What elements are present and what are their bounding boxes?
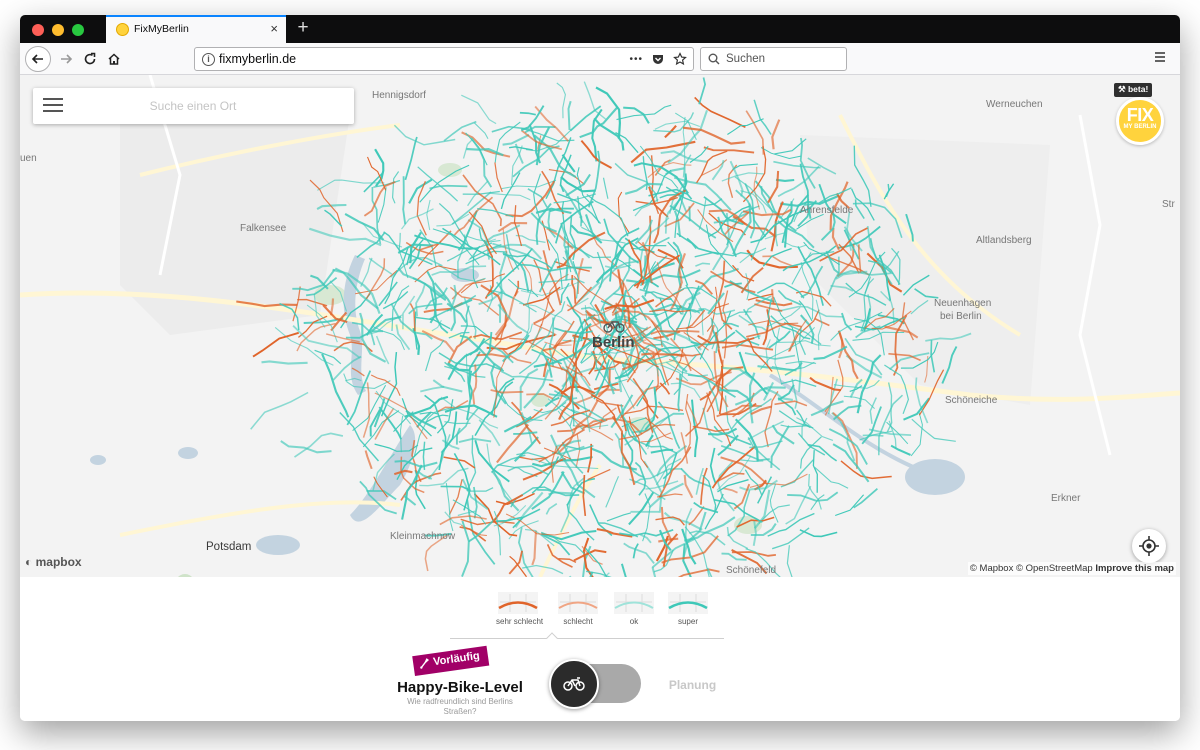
map-label-right-edge: Str: [1162, 199, 1175, 210]
pocket-icon[interactable]: [651, 52, 665, 66]
crosshair-icon: [1139, 536, 1159, 556]
tab-strip: FixMyBerlin × +: [20, 15, 1180, 43]
home-icon: [108, 53, 120, 65]
map-base-layer: [20, 75, 1180, 577]
mapbox-logo[interactable]: ◐ mapbox: [25, 555, 82, 569]
happy-bike-level-subtitle: Wie radfreundlich sind Berlins Straßen?: [407, 697, 513, 716]
navigation-bar: i fixmyberlin.de ••• Suchen: [20, 43, 1180, 75]
map-label-berlin: Berlin: [592, 334, 635, 351]
map-label-schoeneiche: Schöneiche: [945, 395, 998, 406]
search-icon: [708, 53, 720, 65]
tools-icon: [420, 658, 430, 669]
browser-window: FixMyBerlin × + i fixmyberlin.de ••• Suc…: [20, 15, 1180, 721]
page-actions-button[interactable]: •••: [629, 54, 643, 65]
map-label-left-edge: uen: [20, 153, 37, 164]
legend-item-sehr-schlecht: sehr schlecht: [496, 592, 543, 626]
maximize-window-button[interactable]: [72, 24, 84, 36]
reload-icon: [84, 52, 96, 65]
favicon-icon: [116, 23, 129, 36]
map-label-neuenhagen-2: bei Berlin: [940, 311, 982, 322]
tab-fixmyberlin[interactable]: FixMyBerlin ×: [106, 15, 286, 43]
url-bar[interactable]: i fixmyberlin.de •••: [194, 47, 694, 71]
place-search-input[interactable]: Suche einen Ort: [93, 99, 293, 113]
map-label-altlandsberg: Altlandsberg: [976, 235, 1032, 246]
vorlaeufig-badge: Vorläufig: [412, 645, 490, 676]
map-label-kleinmachnow: Kleinmachnow: [390, 531, 456, 542]
lake: [178, 447, 198, 459]
home-button[interactable]: [102, 47, 126, 71]
legend-line-schlecht-icon: [558, 592, 598, 614]
fixmyberlin-logo[interactable]: ⚒ beta! FIX MY BERLIN: [1110, 83, 1170, 153]
logo-text: FIX: [1126, 105, 1154, 125]
map-label-werneuchen: Werneuchen: [986, 99, 1043, 110]
map-label-potsdam: Potsdam: [206, 541, 252, 553]
bike-lane-segment[interactable]: [775, 178, 795, 182]
map-label-falkensee: Falkensee: [240, 223, 287, 234]
map-label-erkner: Erkner: [1051, 493, 1081, 504]
attribution-mapbox-link[interactable]: © Mapbox: [970, 563, 1013, 574]
legend: sehr schlecht schlecht ok super: [496, 592, 726, 642]
place-search-panel[interactable]: Suche einen Ort: [33, 88, 354, 124]
bike-lane-segment[interactable]: [862, 434, 884, 437]
map-label-schoenefeld: Schönefeld: [726, 565, 777, 576]
improve-map-link[interactable]: Improve this map: [1095, 563, 1174, 574]
url-text[interactable]: fixmyberlin.de: [219, 52, 296, 66]
browser-menu-icon[interactable]: [1152, 49, 1168, 65]
menu-icon[interactable]: [43, 98, 63, 114]
planung-toggle-label[interactable]: Planung: [665, 678, 720, 692]
lake: [256, 535, 300, 555]
close-tab-icon[interactable]: ×: [270, 21, 278, 36]
mapbox-icon: ◐: [25, 555, 33, 569]
info-icon[interactable]: i: [202, 53, 215, 66]
bookmark-star-icon[interactable]: [673, 52, 687, 66]
legend-item-ok: ok: [612, 592, 656, 626]
lake-mueggelsee: [905, 459, 965, 495]
back-button[interactable]: [25, 46, 51, 72]
legend-item-super: super: [666, 592, 710, 626]
legend-line-ok-icon: [614, 592, 654, 614]
bike-marker-icon: [603, 321, 625, 333]
minimize-window-button[interactable]: [52, 24, 64, 36]
forward-button[interactable]: [54, 47, 78, 71]
reload-button[interactable]: [78, 47, 102, 71]
logo-badge: FIX MY BERLIN: [1116, 97, 1164, 145]
beta-badge: ⚒ beta!: [1114, 83, 1153, 97]
logo-subtext: MY BERLIN: [1123, 124, 1157, 130]
legend-line-super-icon: [668, 592, 708, 614]
map[interactable]: Hennigsdorf Werneuchen Ahrensfelde Falke…: [20, 75, 1180, 577]
wrench-icon: ⚒: [1118, 84, 1128, 94]
attribution-osm-link[interactable]: © OpenStreetMap: [1016, 563, 1093, 574]
happy-bike-level-title: Happy-Bike-Level: [397, 679, 523, 696]
browser-search-bar[interactable]: Suchen: [700, 47, 847, 71]
mode-toggle-knob[interactable]: [549, 659, 599, 709]
map-attribution: © Mapbox © OpenStreetMap Improve this ma…: [967, 562, 1176, 575]
close-window-button[interactable]: [32, 24, 44, 36]
locate-me-button[interactable]: [1132, 529, 1166, 563]
bicycle-icon: [563, 677, 585, 691]
arrow-left-icon: [31, 54, 43, 64]
tab-title: FixMyBerlin: [134, 23, 189, 35]
browser-search-placeholder: Suchen: [726, 53, 766, 65]
legend-item-schlecht: schlecht: [556, 592, 600, 626]
page-content: Hennigsdorf Werneuchen Ahrensfelde Falke…: [20, 75, 1180, 721]
map-label-neuenhagen: Neuenhagen: [934, 298, 992, 309]
lake: [90, 455, 106, 465]
arrow-right-icon: [61, 54, 73, 64]
new-tab-button[interactable]: +: [292, 17, 314, 39]
legend-line-sehr-schlecht-icon: [498, 592, 538, 614]
legend-divider: [450, 638, 724, 639]
map-label-ahrensfelde: Ahrensfelde: [800, 205, 854, 216]
map-label-hennigsdorf: Hennigsdorf: [372, 90, 426, 101]
beta-label: beta!: [1127, 84, 1149, 94]
